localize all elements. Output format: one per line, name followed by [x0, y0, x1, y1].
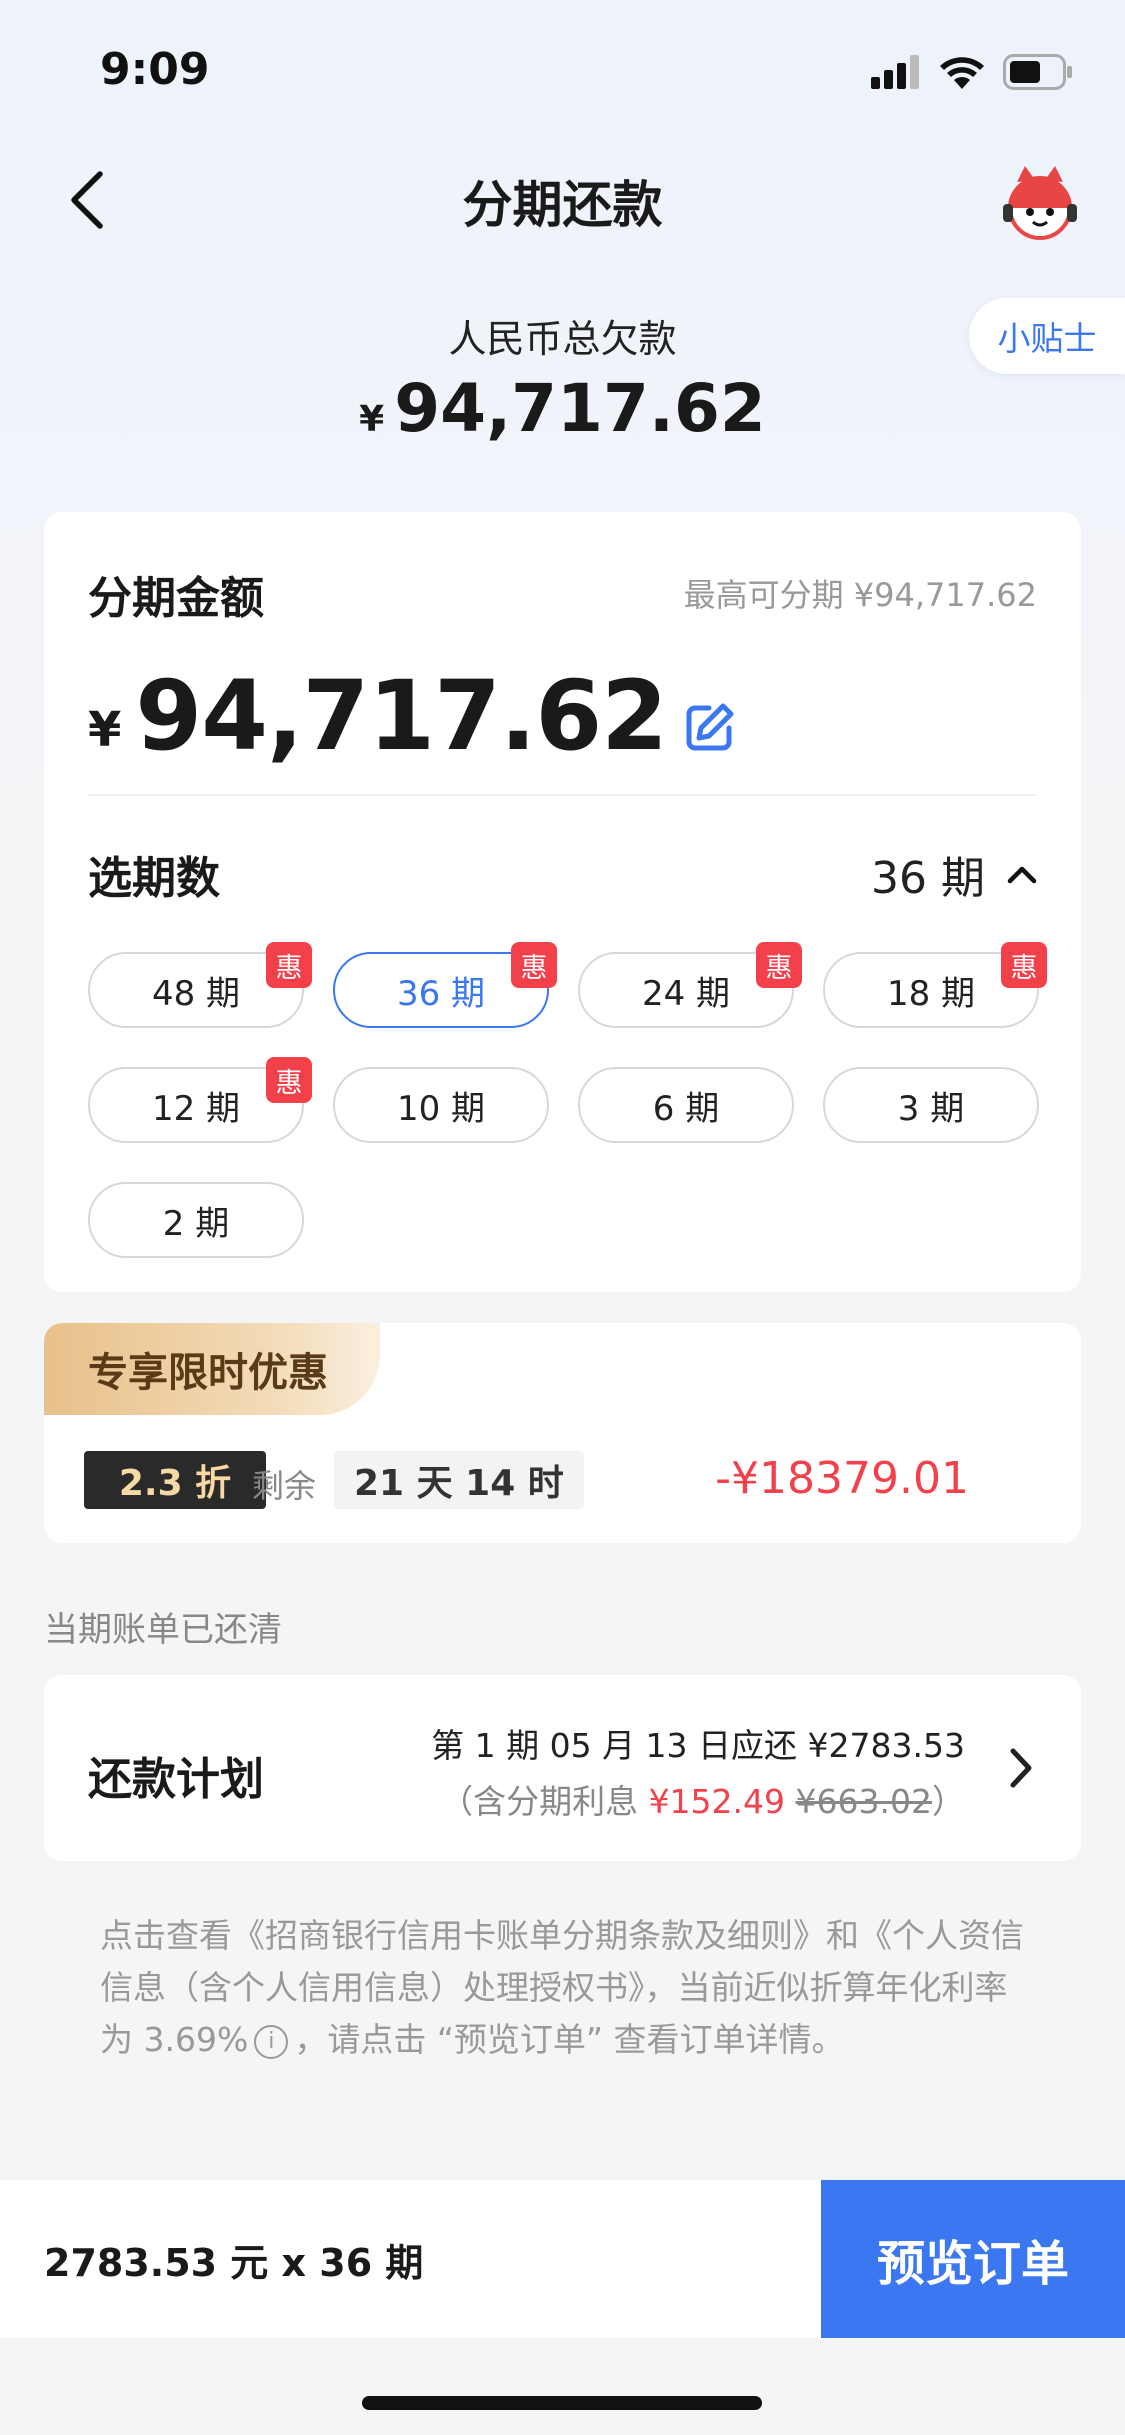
period-option[interactable]: 10 期: [333, 1067, 549, 1143]
installment-amount-row: ¥ 94,717.62: [88, 660, 737, 772]
interest-suffix: ）: [932, 1782, 965, 1821]
total-debt-amount: ¥94,717.62: [0, 370, 1125, 447]
promo-card: 专享限时优惠 2.3 折 剩余 21 天 14 时 -¥18379.01: [44, 1323, 1081, 1543]
info-icon[interactable]: i: [254, 2024, 289, 2059]
battery-icon: [1003, 54, 1072, 90]
period-option-label: 10 期: [396, 1088, 486, 1129]
bottom-bar: 2783.53 元 x 36 期 预览订单: [0, 2180, 1125, 2338]
assistant-avatar-icon[interactable]: [995, 160, 1085, 250]
period-option[interactable]: 12 期惠: [88, 1057, 312, 1143]
period-option-label: 18 期: [886, 973, 976, 1014]
period-option[interactable]: 18 期惠: [823, 942, 1047, 1028]
total-currency: ¥: [359, 399, 385, 440]
period-option[interactable]: 6 期: [578, 1067, 794, 1143]
installment-card: 分期金额 最高可分期 ¥94,717.62 ¥ 94,717.62 选期数 36…: [44, 512, 1081, 1292]
discount-tag: 惠: [266, 1057, 312, 1103]
total-amount-value: 94,717.62: [394, 370, 766, 447]
amount-currency: ¥: [88, 702, 122, 758]
period-option-label: 48 期: [151, 973, 241, 1014]
repayment-plan-row[interactable]: 还款计划 第 1 期 05 月 13 日应还 ¥2783.53 （含分期利息 ¥…: [44, 1675, 1081, 1861]
home-indicator: [362, 2396, 762, 2410]
period-option[interactable]: 36 期惠: [333, 942, 557, 1028]
remaining-time: 21 天 14 时: [334, 1451, 584, 1509]
first-payment-text: 第 1 期 05 月 13 日应还 ¥2783.53: [431, 1726, 965, 1765]
interest-value: ¥152.49: [648, 1782, 786, 1821]
discount-badge: 2.3 折: [84, 1451, 266, 1509]
page-title: 分期还款: [462, 176, 663, 234]
chevron-up-icon: [1007, 866, 1037, 884]
saving-amount: -¥18379.01: [715, 1453, 969, 1504]
period-option-label: 12 期: [151, 1088, 241, 1129]
interest-text: （含分期利息 ¥152.49 ¥663.02）: [440, 1775, 965, 1823]
edit-icon[interactable]: [683, 700, 737, 754]
terms-part2: ，请点击 “预览订单” 查看订单详情。: [294, 2020, 845, 2059]
period-option-label: 6 期: [652, 1088, 720, 1129]
period-option[interactable]: 3 期: [823, 1067, 1039, 1143]
period-selector-toggle[interactable]: 36 期: [871, 842, 1037, 906]
installment-amount-value: 94,717.62: [135, 660, 668, 772]
period-option-label: 2 期: [162, 1203, 230, 1244]
chevron-right-icon: [1010, 1748, 1032, 1788]
remaining-label: 剩余: [252, 1467, 317, 1505]
total-debt-label: 人民币总欠款: [448, 317, 677, 361]
installment-amount-label: 分期金额: [88, 573, 264, 624]
discount-tag: 惠: [266, 942, 312, 988]
discount-tag: 惠: [756, 942, 802, 988]
period-option[interactable]: 2 期: [88, 1182, 304, 1258]
promo-tag: 专享限时优惠: [44, 1323, 380, 1415]
max-installment-text: 最高可分期 ¥94,717.62: [683, 576, 1037, 614]
wifi-icon: [940, 57, 984, 89]
period-option[interactable]: 24 期惠: [578, 942, 802, 1028]
payment-summary: 2783.53 元 x 36 期: [44, 2241, 424, 2285]
signal-icon: [871, 55, 919, 89]
selected-period-text: 36 期: [871, 853, 985, 904]
period-option-label: 3 期: [897, 1088, 965, 1129]
interest-prefix: （含分期利息: [440, 1782, 649, 1821]
divider: [88, 794, 1037, 796]
discount-tag: 惠: [511, 942, 557, 988]
discount-tag: 惠: [1001, 942, 1047, 988]
period-select-label: 选期数: [88, 853, 220, 904]
status-icons: [871, 50, 1073, 94]
original-interest: ¥663.02: [795, 1782, 932, 1821]
period-option-label: 24 期: [641, 973, 731, 1014]
repayment-plan-label: 还款计划: [88, 1754, 264, 1805]
terms-text[interactable]: 点击查看《招商银行信用卡账单分期条款及细则》和《个人资信信息（含个人信用信息）处…: [100, 1910, 1040, 2066]
preview-order-button[interactable]: 预览订单: [821, 2180, 1125, 2338]
period-option-label: 36 期: [396, 973, 486, 1014]
status-time: 9:09: [100, 44, 210, 95]
period-option[interactable]: 48 期惠: [88, 942, 312, 1028]
bill-status-text: 当期账单已还清: [44, 1610, 282, 1650]
